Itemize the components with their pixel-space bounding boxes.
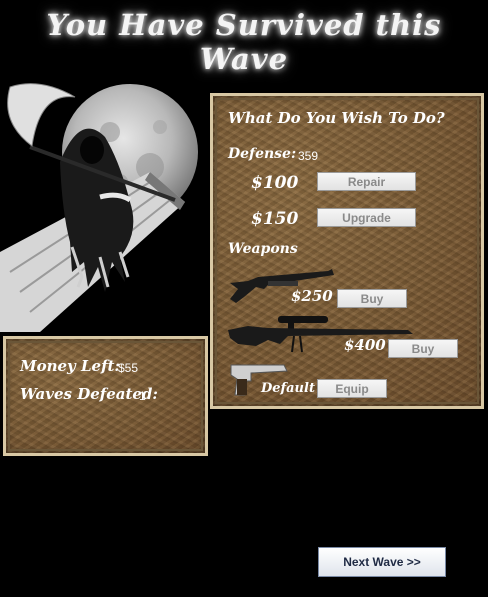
buy-shotgun-button[interactable]: Buy bbox=[337, 289, 407, 308]
buy-sniper-rifle-button[interactable]: Buy bbox=[388, 339, 458, 358]
stats-panel: Money Left: $55 Waves Defeated: 1 bbox=[3, 336, 208, 456]
page-title: You Have Survived this Wave bbox=[46, 8, 442, 76]
weapons-label: Weapons bbox=[228, 241, 298, 257]
actions-panel: What Do You Wish To Do? Defense: 359 $10… bbox=[210, 93, 484, 409]
repair-price: $100 bbox=[251, 173, 299, 193]
shotgun-price: $250 bbox=[291, 287, 333, 305]
upgrade-price: $150 bbox=[251, 209, 299, 229]
money-value: $55 bbox=[118, 361, 139, 375]
equip-pistol-button[interactable]: Equip bbox=[317, 379, 387, 398]
upgrade-button[interactable]: Upgrade bbox=[317, 208, 416, 227]
money-label: Money Left: bbox=[20, 357, 121, 375]
waves-defeated-label: Waves Defeated: bbox=[20, 385, 158, 403]
pistol-status: Default bbox=[261, 381, 315, 396]
waves-defeated-value: 1 bbox=[139, 389, 146, 403]
defense-value: 359 bbox=[298, 149, 319, 163]
next-wave-button[interactable]: Next Wave >> bbox=[318, 547, 446, 577]
repair-button[interactable]: Repair bbox=[317, 172, 416, 191]
sniper-rifle-price: $400 bbox=[344, 336, 386, 354]
grim-reaper-illustration bbox=[0, 83, 198, 332]
actions-heading: What Do You Wish To Do? bbox=[228, 109, 445, 127]
defense-label: Defense: bbox=[228, 146, 297, 162]
